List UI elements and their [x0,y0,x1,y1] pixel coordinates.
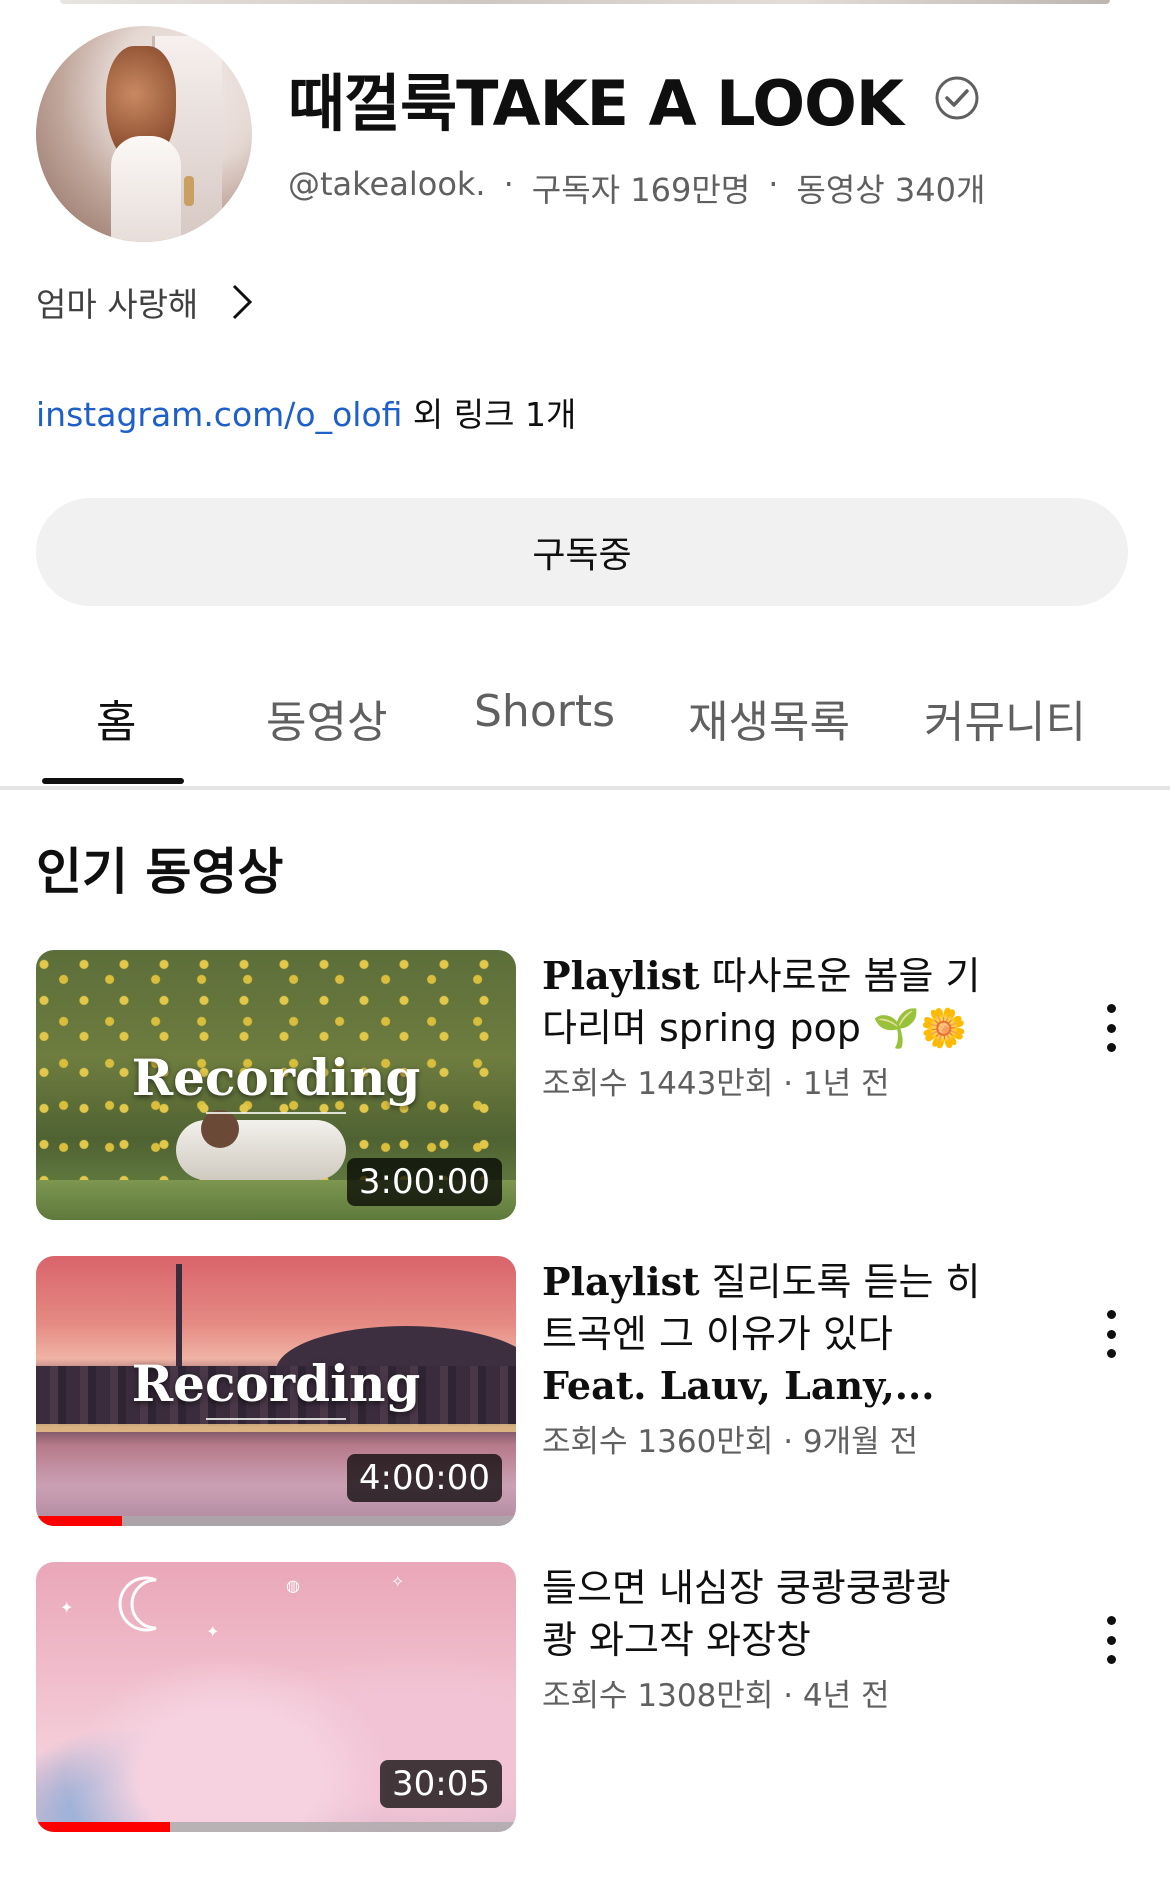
video-item[interactable]: Recording 4:00:00 Playlist 질리도록 듣는 히트곡엔 … [36,1256,1136,1526]
thumbnail-overlay-text: Recording [131,1354,421,1413]
video-count: 동영상 340개 [796,171,986,209]
watch-progress-fill [36,1822,171,1832]
video-title: Playlist 질리도록 듣는 히트곡엔 그 이유가 있다 Feat. Lau… [542,1256,992,1412]
channel-handle: @takealook. [288,165,486,203]
previous-banner-edge [60,0,1110,4]
moon-icon [118,1576,157,1632]
video-meta: 조회수 1308만회 · 4년 전 [542,1678,890,1714]
star-icon: ✦ [60,1598,74,1617]
video-meta: 조회수 1443만회 · 1년 전 [542,1066,890,1102]
audio-wave [206,1418,346,1420]
subscribed-button[interactable]: 구독중 [36,498,1128,606]
chevron-right-icon [233,284,253,320]
channel-avatar[interactable] [36,26,252,242]
instagram-link[interactable]: instagram.com/o_olofi [36,395,402,434]
meta-separator: · [768,165,779,203]
more-links[interactable]: 외 링크 1개 [402,395,576,434]
video-duration: 4:00:00 [346,1454,502,1502]
video-info[interactable]: Playlist 질리도록 듣는 히트곡엔 그 이유가 있다 Feat. Lau… [542,1256,992,1461]
channel-meta: @takealook. · 구독자 169만명 · 동영상 340개 [288,165,985,211]
more-vert-icon[interactable] [1086,998,1136,1058]
channel-description[interactable]: 엄마 사랑해 [36,278,256,326]
avatar-figure [111,136,181,242]
tab-playlists[interactable]: 재생목록 [688,686,850,750]
video-info[interactable]: Playlist 따사로운 봄을 기다리며 spring pop 🌱🌼 조회수 … [542,950,992,1103]
more-vert-icon[interactable] [1086,1304,1136,1364]
planet-icon: ◍ [286,1576,300,1595]
video-thumbnail[interactable]: Recording 4:00:00 [36,1256,516,1526]
watch-progress-bar [36,1516,516,1526]
channel-links: instagram.com/o_olofi 외 링크 1개 [36,388,576,436]
video-duration: 30:05 [380,1760,502,1808]
video-thumbnail[interactable]: ✦ ✦ ✧ ◍ 30:05 [36,1562,516,1832]
title-feat: Feat. Lauv, Lany,... [542,1363,935,1408]
thumbnail-bridge [36,1424,516,1432]
star-icon: ✦ [206,1622,220,1641]
channel-tabs: 홈 동영상 Shorts 재생목록 커뮤니티 [0,650,1170,790]
tabs-divider [0,786,1170,790]
watch-progress-fill [36,1516,123,1526]
star-icon: ✧ [391,1572,405,1591]
meta-separator: · [503,165,514,203]
tab-community[interactable]: 커뮤니티 [924,686,1086,750]
tab-home[interactable]: 홈 [96,686,136,750]
tab-shorts[interactable]: Shorts [474,686,615,737]
description-text: 엄마 사랑해 [36,285,199,324]
video-item[interactable]: Recording 3:00:00 Playlist 따사로운 봄을 기다리며 … [36,950,1136,1220]
video-item[interactable]: ✦ ✦ ✧ ◍ 30:05 들으면 내심장 쿵쾅쿵쾅쾅 쾅 와그작 와장창 조회… [36,1562,1136,1832]
video-duration: 3:00:00 [346,1158,502,1206]
subscriber-count: 구독자 169만명 [531,171,751,209]
title-playlist-word: Playlist [542,1259,700,1304]
title-playlist-word: Playlist [542,953,700,998]
video-meta: 조회수 1360만회 · 9개월 전 [542,1424,919,1460]
more-vert-icon[interactable] [1086,1610,1136,1670]
video-thumbnail[interactable]: Recording 3:00:00 [36,950,516,1220]
thumbnail-overlay-text: Recording [131,1048,421,1107]
video-title: Playlist 따사로운 봄을 기다리며 spring pop 🌱🌼 [542,950,992,1054]
video-info[interactable]: 들으면 내심장 쿵쾅쿵쾅쾅 쾅 와그작 와장창 조회수 1308만회 · 4년 … [542,1562,992,1715]
thumbnail-head [201,1110,239,1148]
audio-wave [206,1112,346,1114]
channel-name: 때껄룩TAKE A LOOK [288,67,904,140]
avatar-door-knob [184,176,194,206]
tab-videos[interactable]: 동영상 [266,686,387,750]
check-circle-icon [935,76,979,120]
channel-title-row: 때껄룩TAKE A LOOK [288,58,981,140]
watch-progress-bar [36,1822,516,1832]
video-title: 들으면 내심장 쿵쾅쿵쾅쾅 쾅 와그작 와장창 [542,1566,951,1662]
section-title: 인기 동영상 [36,843,284,901]
active-tab-indicator [42,778,184,784]
